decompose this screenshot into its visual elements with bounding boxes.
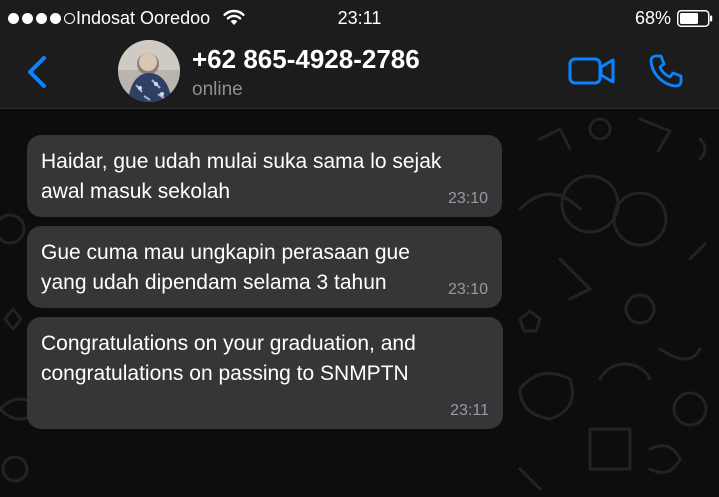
message-bubble[interactable]: Haidar, gue udah mulai suka sama lo seja… bbox=[27, 135, 502, 217]
chat-header: +62 865-4928-2786 online bbox=[0, 36, 719, 109]
phone-call-icon[interactable] bbox=[648, 53, 684, 89]
message-time: 23:11 bbox=[450, 402, 489, 419]
avatar-photo bbox=[118, 40, 180, 102]
message-text: Haidar, gue udah mulai suka sama lo seja… bbox=[41, 150, 442, 203]
battery-icon bbox=[677, 10, 713, 27]
message-time: 23:10 bbox=[447, 281, 488, 298]
message-list[interactable]: Haidar, gue udah mulai suka sama lo seja… bbox=[0, 109, 719, 497]
contact-status: online bbox=[192, 79, 243, 100]
status-bar: Indosat Ooredoo 23:11 68% bbox=[0, 0, 719, 36]
message-bubble[interactable]: Congratulations on your graduation, and … bbox=[27, 317, 503, 429]
battery-percent: 68% bbox=[634, 8, 671, 28]
chat-screen: Indosat Ooredoo 23:11 68% +62 865-4928-2… bbox=[0, 0, 719, 497]
back-chevron-icon[interactable] bbox=[22, 54, 52, 90]
message-text: Congratulations on your graduation, and … bbox=[41, 332, 416, 385]
message-time: 23:10 bbox=[447, 190, 488, 207]
contact-name[interactable]: +62 865-4928-2786 bbox=[192, 44, 420, 75]
status-time: 23:11 bbox=[337, 8, 382, 28]
message-text: Gue cuma mau ungkapin perasaan gue yang … bbox=[41, 241, 410, 294]
message-bubble[interactable]: Gue cuma mau ungkapin perasaan gue yang … bbox=[27, 226, 502, 308]
video-call-icon[interactable] bbox=[568, 56, 616, 86]
contact-avatar[interactable] bbox=[118, 40, 180, 102]
